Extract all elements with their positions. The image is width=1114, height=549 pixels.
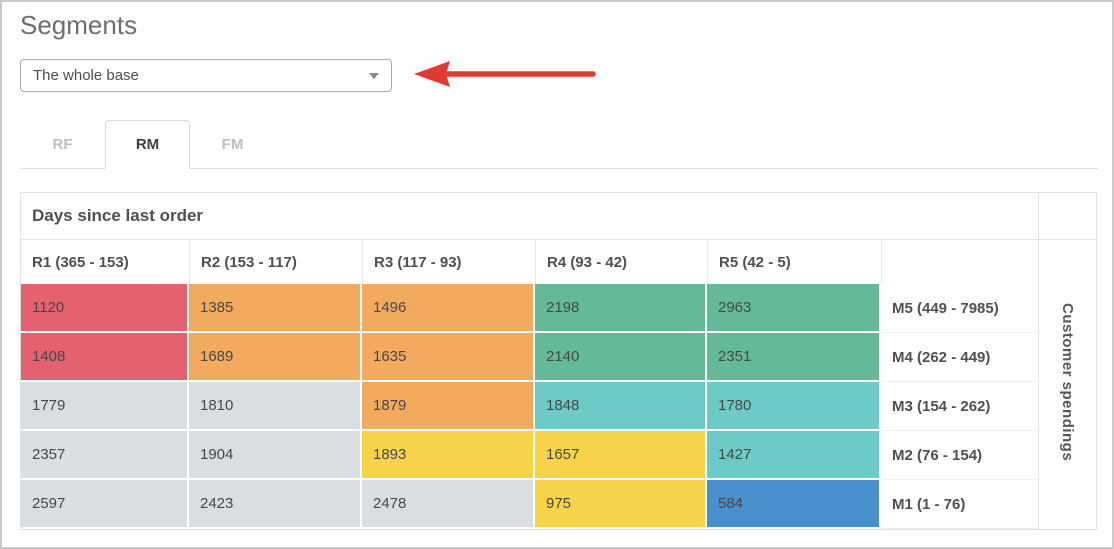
segment-dropdown[interactable]: The whole base — [20, 59, 392, 92]
matrix-cell[interactable]: 2423 — [189, 480, 362, 529]
matrix-cell[interactable]: 1385 — [189, 284, 362, 333]
row-header-spacer — [881, 240, 1038, 284]
tab-rf[interactable]: RF — [20, 120, 105, 169]
tab-bar: RF RM FM — [20, 120, 1098, 169]
rfm-matrix: Days since last order R1 (365 - 153)R2 (… — [20, 192, 1097, 530]
segments-page: Segments The whole base RF RM FM Days si… — [0, 0, 1114, 549]
column-header: R3 (117 - 93) — [362, 240, 535, 284]
column-header: R2 (153 - 117) — [189, 240, 362, 284]
matrix-row: 17791810187918481780M3 (154 - 262) — [21, 382, 1096, 431]
matrix-row: 259724232478975584M1 (1 - 76) — [21, 480, 1096, 529]
matrix-cell[interactable]: 2597 — [21, 480, 189, 529]
matrix-title-row: Days since last order — [21, 193, 1096, 240]
segment-dropdown-value: The whole base — [33, 67, 369, 84]
row-header: M5 (449 - 7985) — [881, 284, 1038, 333]
row-header: M2 (76 - 154) — [881, 431, 1038, 480]
matrix-cell[interactable]: 1496 — [362, 284, 535, 333]
matrix-cell[interactable]: 2357 — [21, 431, 189, 480]
matrix-cell[interactable]: 2351 — [707, 333, 881, 382]
matrix-cell[interactable]: 584 — [707, 480, 881, 529]
matrix-cell[interactable]: 1848 — [535, 382, 707, 431]
matrix-cell[interactable]: 975 — [535, 480, 707, 529]
matrix-cell[interactable]: 1657 — [535, 431, 707, 480]
matrix-cell[interactable]: 2198 — [535, 284, 707, 333]
matrix-cell[interactable]: 2478 — [362, 480, 535, 529]
row-header: M4 (262 - 449) — [881, 333, 1038, 382]
arrow-left-icon — [402, 54, 602, 94]
page-title: Segments — [20, 10, 137, 41]
right-axis-cell: Customer spendings — [1038, 240, 1096, 529]
matrix-cell[interactable]: 1689 — [189, 333, 362, 382]
column-header-row: R1 (365 - 153)R2 (153 - 117)R3 (117 - 93… — [21, 240, 1096, 284]
matrix-cell[interactable]: 1893 — [362, 431, 535, 480]
matrix-cell[interactable]: 1408 — [21, 333, 189, 382]
row-header: M3 (154 - 262) — [881, 382, 1038, 431]
tab-rm[interactable]: RM — [105, 120, 190, 169]
column-header: R4 (93 - 42) — [535, 240, 707, 284]
matrix-cell[interactable]: 1879 — [362, 382, 535, 431]
matrix-cell[interactable]: 2963 — [707, 284, 881, 333]
matrix-cell[interactable]: 1810 — [189, 382, 362, 431]
matrix-title: Days since last order — [21, 193, 1038, 240]
matrix-row: 14081689163521402351M4 (262 - 449) — [21, 333, 1096, 382]
matrix-cell[interactable]: 1904 — [189, 431, 362, 480]
column-header: R5 (42 - 5) — [707, 240, 881, 284]
matrix-row: 11201385149621982963M5 (449 - 7985) — [21, 284, 1096, 333]
matrix-cell[interactable]: 1635 — [362, 333, 535, 382]
chevron-down-icon[interactable] — [369, 73, 379, 79]
matrix-cell[interactable]: 2140 — [535, 333, 707, 382]
matrix-cell[interactable]: 1779 — [21, 382, 189, 431]
corner-cell — [1038, 193, 1096, 240]
matrix-cell[interactable]: 1780 — [707, 382, 881, 431]
column-header: R1 (365 - 153) — [21, 240, 189, 284]
matrix-cell[interactable]: 1120 — [21, 284, 189, 333]
matrix-cell[interactable]: 1427 — [707, 431, 881, 480]
matrix-row: 23571904189316571427M2 (76 - 154) — [21, 431, 1096, 480]
row-header: M1 (1 - 76) — [881, 480, 1038, 529]
tab-fm[interactable]: FM — [190, 120, 275, 169]
right-axis-label: Customer spendings — [1059, 303, 1076, 461]
